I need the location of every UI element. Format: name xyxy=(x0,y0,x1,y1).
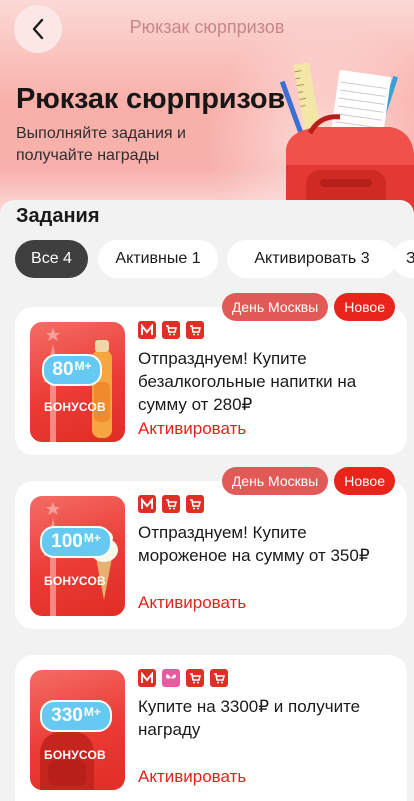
filter-chip-all[interactable]: Все 4 xyxy=(15,240,88,278)
cart-icon xyxy=(186,495,204,513)
task-thumbnail: 80 М+ БОНУСОВ xyxy=(30,322,125,442)
store-icons xyxy=(138,495,204,513)
activate-link[interactable]: Активировать xyxy=(138,419,246,439)
cart-icon xyxy=(186,669,204,687)
task-card[interactable]: День Москвы Новое 100 М+ БОНУСОВ Отпраздн… xyxy=(15,467,407,629)
page-subtitle: Выполняйте задания и получайте награды xyxy=(16,125,186,164)
nav-title: Рюкзак сюрпризов xyxy=(129,17,285,37)
store-icons xyxy=(138,669,228,687)
task-description: Отпразднуем! Купите безалкогольные напит… xyxy=(138,349,357,414)
card-tags: День Москвы Новое xyxy=(221,293,395,321)
filter-chips: Все 4 Активные 1 Активировать 3 З xyxy=(15,240,414,278)
magnit-store-icon xyxy=(138,669,156,687)
magnit-store-icon xyxy=(138,495,156,513)
tag-new: Новое xyxy=(334,467,395,495)
cart-icon xyxy=(162,321,180,339)
bonus-badge: 330 М+ xyxy=(40,700,112,732)
task-thumbnail: 330 М+ БОНУСОВ xyxy=(30,670,125,790)
bonus-label: БОНУСОВ xyxy=(44,400,106,414)
filter-chip-activate[interactable]: Активировать 3 xyxy=(227,240,397,278)
task-description: Отпразднуем! Купите мороженое на сумму о… xyxy=(138,523,370,565)
cart-icon xyxy=(210,669,228,687)
bonus-label: БОНУСОВ xyxy=(44,574,106,588)
activate-link[interactable]: Активировать xyxy=(138,767,246,787)
card-tags: День Москвы Новое xyxy=(221,467,395,495)
page-title: Рюкзак сюрпризов xyxy=(16,83,286,115)
task-card[interactable]: 330 М+ БОНУСОВ Купите на 3300₽ и получите… xyxy=(15,655,407,801)
cart-icon xyxy=(186,321,204,339)
section-title: Задания xyxy=(16,205,100,227)
activate-link[interactable]: Активировать xyxy=(138,593,246,613)
tag-city-day: День Москвы xyxy=(221,467,329,495)
store-icons xyxy=(138,321,204,339)
bonus-badge: 80 М+ xyxy=(42,354,102,386)
filter-chip-active[interactable]: Активные 1 xyxy=(98,240,218,278)
butterfly-store-icon xyxy=(162,669,180,687)
cart-icon xyxy=(162,495,180,513)
tag-city-day: День Москвы xyxy=(221,293,329,321)
tag-new: Новое xyxy=(334,293,395,321)
magnit-store-icon xyxy=(138,321,156,339)
filter-chip-more[interactable]: З xyxy=(392,240,414,278)
task-thumbnail: 100 М+ БОНУСОВ xyxy=(30,496,125,616)
bonus-label: БОНУСОВ xyxy=(44,748,106,762)
task-description: Купите на 3300₽ и получите награду xyxy=(138,697,361,739)
bonus-badge: 100 М+ xyxy=(40,526,112,558)
hero-banner: Рюкзак сюрпризов Рюкзак сюрпризов Выполн… xyxy=(0,0,414,225)
task-card[interactable]: День Москвы Новое 80 М+ БОНУСОВ Отпраздну… xyxy=(15,293,407,455)
